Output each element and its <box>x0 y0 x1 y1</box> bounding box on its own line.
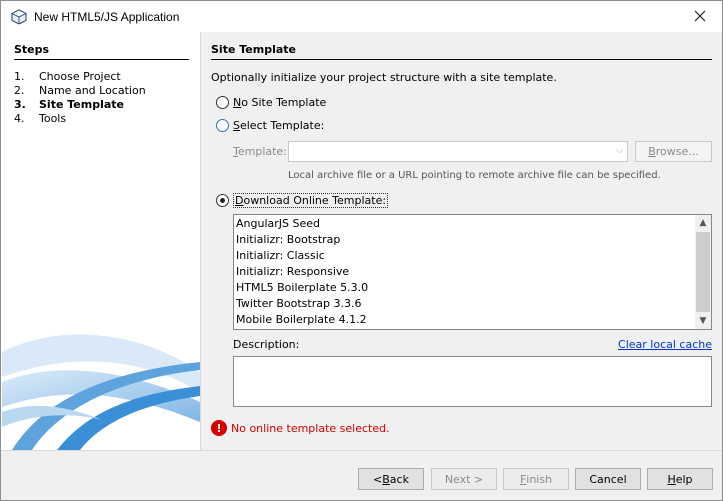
list-item[interactable]: HTML5 Boilerplate 5.3.0 <box>236 280 368 296</box>
radio-icon[interactable] <box>216 119 229 132</box>
template-combobox[interactable]: ⌵ <box>288 141 628 162</box>
step-item-current: 3. Site Template <box>14 98 124 111</box>
clear-local-cache-link[interactable]: Clear local cache <box>618 338 712 351</box>
title-bar[interactable]: New HTML5/JS Application <box>1 1 722 32</box>
select-template-radio[interactable]: Select Template: <box>216 119 324 132</box>
step-item: 4. Tools <box>14 112 67 125</box>
window-title: New HTML5/JS Application <box>34 9 180 24</box>
list-item[interactable]: Twitter Bootstrap 3.3.6 <box>236 296 368 312</box>
steps-title: Steps <box>14 43 50 56</box>
intro-text: Optionally initialize your project struc… <box>211 71 557 84</box>
swoosh-graphic <box>2 334 200 450</box>
vertical-scrollbar[interactable]: ▲ ▼ <box>695 215 711 329</box>
title-divider <box>211 59 712 60</box>
no-site-template-radio[interactable]: No Site Template <box>216 96 326 109</box>
step-item: 1. Choose Project <box>14 70 121 83</box>
dialog-window: New HTML5/JS Application Steps 1. Choose… <box>0 0 723 501</box>
cube-icon <box>11 8 27 25</box>
list-item[interactable]: Initializr: Bootstrap <box>236 232 368 248</box>
template-label: Template: <box>233 145 287 158</box>
back-button[interactable]: < Back <box>358 468 424 490</box>
description-label: Description: <box>233 338 300 351</box>
site-template-panel: Site Template Optionally initialize your… <box>200 32 722 450</box>
list-item[interactable]: Mobile Boilerplate 4.1.2 <box>236 312 368 328</box>
chevron-down-icon[interactable]: ⌵ <box>616 146 623 156</box>
template-hint: Local archive file or a URL pointing to … <box>288 170 661 181</box>
step-label: Name and Location <box>39 84 146 97</box>
step-label: Choose Project <box>39 70 121 83</box>
help-button[interactable]: Help <box>647 468 713 490</box>
browse-button[interactable]: Browse... <box>635 141 712 162</box>
chevron-down-icon[interactable]: ▼ <box>695 313 711 329</box>
radio-label: Download Online Template: <box>233 193 389 208</box>
steps-divider <box>14 59 189 60</box>
radio-label: No Site Template <box>233 96 327 109</box>
error-icon: ! <box>211 420 227 436</box>
radio-label: Select Template: <box>233 119 325 132</box>
close-icon[interactable] <box>692 8 708 24</box>
radio-icon[interactable] <box>216 96 229 109</box>
error-text: No online template selected. <box>231 421 390 435</box>
list-item[interactable]: AngularJS Seed <box>236 216 368 232</box>
page-title: Site Template <box>211 43 296 56</box>
template-list-items: AngularJS Seed Initializr: Bootstrap Ini… <box>236 216 368 328</box>
cancel-button[interactable]: Cancel <box>575 468 641 490</box>
step-label: Tools <box>39 112 67 125</box>
steps-panel: Steps 1. Choose Project 2. Name and Loca… <box>2 32 200 450</box>
step-label: Site Template <box>39 98 124 111</box>
list-item[interactable]: Initializr: Classic <box>236 248 368 264</box>
step-item: 2. Name and Location <box>14 84 146 97</box>
finish-button[interactable]: Finish <box>503 468 569 490</box>
error-message: ! No online template selected. <box>211 420 390 436</box>
description-textarea[interactable] <box>233 356 712 407</box>
steps-list: 1. Choose Project 2. Name and Location 3… <box>14 70 146 126</box>
list-item[interactable]: Initializr: Responsive <box>236 264 368 280</box>
chevron-up-icon[interactable]: ▲ <box>695 215 711 231</box>
button-bar: < Back Next > Finish Cancel Help <box>1 450 722 500</box>
radio-icon[interactable] <box>216 194 229 207</box>
online-template-list[interactable]: AngularJS Seed Initializr: Bootstrap Ini… <box>233 214 712 330</box>
next-button[interactable]: Next > <box>431 468 497 490</box>
scrollbar-thumb[interactable] <box>696 232 710 312</box>
download-online-template-radio[interactable]: Download Online Template: <box>216 193 389 208</box>
